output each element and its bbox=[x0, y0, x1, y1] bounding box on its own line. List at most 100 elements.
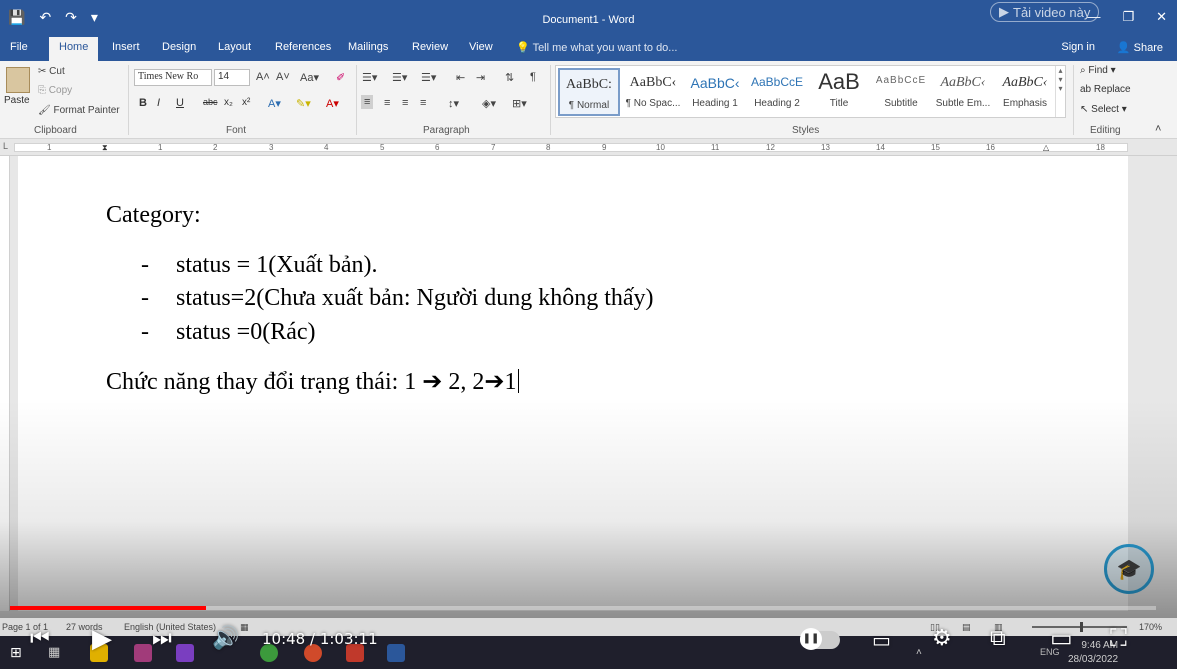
bold-button[interactable]: B bbox=[139, 97, 147, 109]
find-button[interactable]: ⌕ Find ▾ bbox=[1080, 65, 1116, 76]
format-painter-button[interactable]: 🖌 Format Painter bbox=[38, 105, 120, 116]
shrink-font-icon[interactable]: A˅ bbox=[276, 71, 290, 83]
fullscreen-icon[interactable]: ⛶ bbox=[1110, 624, 1127, 652]
align-left-icon[interactable]: ≡ bbox=[361, 95, 374, 109]
increase-indent-icon[interactable]: ⇥ bbox=[476, 71, 485, 84]
minimize-icon[interactable]: — bbox=[1087, 9, 1100, 25]
justify-icon[interactable]: ≡ bbox=[420, 97, 426, 109]
macro-icon[interactable]: ▦ bbox=[240, 622, 249, 633]
strikethrough-button[interactable]: abc bbox=[203, 97, 218, 107]
style-emphasis[interactable]: AaBbC‹ Emphasis bbox=[994, 68, 1056, 116]
ruler-number: 1 bbox=[47, 143, 52, 152]
document-page[interactable]: Category: - status = 1(Xuất bản). - status… bbox=[18, 156, 1154, 611]
bullets-icon[interactable]: ☰▾ bbox=[362, 71, 377, 84]
style-normal[interactable]: AaBbC: ¶ Normal bbox=[558, 68, 620, 116]
cut-button[interactable]: ✂ Cut bbox=[38, 66, 65, 77]
video-progress-bar[interactable] bbox=[10, 606, 1156, 610]
font-color-icon[interactable]: A▾ bbox=[326, 97, 339, 110]
paste-button[interactable]: Paste bbox=[4, 95, 30, 106]
styles-scroll[interactable]: ▴ ▾ ▾ bbox=[1055, 66, 1065, 117]
close-icon[interactable]: ✕ bbox=[1156, 9, 1167, 25]
windows-start-icon[interactable]: ⊞ bbox=[10, 644, 22, 661]
ruler-number: 1 bbox=[158, 143, 163, 152]
restore-icon[interactable]: ❐ bbox=[1122, 9, 1134, 25]
share-button[interactable]: 👤 Share bbox=[1117, 41, 1163, 54]
subtitles-icon[interactable]: ▭ bbox=[872, 628, 891, 652]
tab-file[interactable]: File bbox=[10, 41, 28, 53]
settings-gear-icon[interactable]: ⚙ bbox=[932, 626, 952, 651]
previous-icon[interactable]: ⏮ bbox=[30, 626, 50, 651]
visual-studio-icon[interactable] bbox=[176, 644, 194, 662]
zoom-slider-thumb[interactable] bbox=[1080, 622, 1083, 632]
tab-mailings[interactable]: Mailings bbox=[348, 41, 388, 53]
style-title[interactable]: AaB Title bbox=[808, 68, 870, 116]
text-effects-icon[interactable]: A▾ bbox=[268, 97, 281, 110]
collapse-ribbon-icon[interactable]: ˄ bbox=[1155, 123, 1161, 135]
style-preview: AaBbC‹ bbox=[629, 75, 677, 90]
tab-selector[interactable]: L bbox=[3, 141, 8, 151]
styles-gallery: AaBbC: ¶ Normal AaBbC‹ ¶ No Spac... AaBb… bbox=[555, 65, 1066, 118]
tab-review[interactable]: Review bbox=[412, 41, 448, 53]
multilevel-list-icon[interactable]: ☰▾ bbox=[421, 71, 436, 84]
highlight-icon[interactable]: ✎▾ bbox=[296, 97, 311, 110]
align-right-icon[interactable]: ≡ bbox=[402, 97, 408, 109]
style-no-spacing[interactable]: AaBbC‹ ¶ No Spac... bbox=[622, 68, 684, 116]
sort-icon[interactable]: ⇅ bbox=[505, 71, 514, 84]
status-change-line: Chức năng thay đổi trạng thái: 1 ➔ 2, 2➔… bbox=[106, 367, 519, 396]
next-icon[interactable]: ⏭ bbox=[152, 626, 172, 651]
tab-insert[interactable]: Insert bbox=[112, 41, 140, 53]
grow-font-icon[interactable]: A˄ bbox=[256, 71, 270, 83]
ruler-number: 13 bbox=[821, 143, 830, 152]
theater-mode-icon[interactable]: ▭ bbox=[1050, 624, 1073, 652]
miniplayer-icon[interactable]: ⧉ bbox=[990, 626, 1006, 651]
divider bbox=[128, 65, 129, 135]
ruler-number: 11 bbox=[711, 143, 720, 152]
graduation-cap-icon: 🎓 bbox=[1116, 557, 1142, 581]
show-formatting-icon[interactable]: ¶ bbox=[530, 71, 536, 83]
numbering-icon[interactable]: ☰▾ bbox=[392, 71, 407, 84]
style-heading-2[interactable]: AaBbCcE Heading 2 bbox=[746, 68, 808, 116]
superscript-button[interactable]: x² bbox=[242, 97, 250, 108]
borders-icon[interactable]: ⊞▾ bbox=[512, 97, 527, 110]
line-spacing-icon[interactable]: ↕▾ bbox=[448, 97, 459, 110]
font-family-select[interactable]: Times New Ro bbox=[134, 69, 212, 86]
font-size-select[interactable]: 14 bbox=[214, 69, 250, 86]
clear-formatting-icon[interactable]: ✐ bbox=[336, 71, 345, 84]
sign-in-link[interactable]: Sign in bbox=[1061, 41, 1095, 53]
tray-chevron-icon[interactable]: ˄ bbox=[916, 647, 922, 658]
tab-references[interactable]: References bbox=[275, 41, 331, 53]
indent-marker[interactable]: ⧗ bbox=[102, 143, 108, 153]
decrease-indent-icon[interactable]: ⇤ bbox=[456, 71, 465, 84]
zoom-level[interactable]: 170% bbox=[1139, 622, 1162, 632]
tab-layout[interactable]: Layout bbox=[218, 41, 251, 53]
play-button-icon[interactable]: ▶ bbox=[92, 624, 112, 654]
align-center-icon[interactable]: ≡ bbox=[384, 97, 390, 109]
shading-icon[interactable]: ◈▾ bbox=[482, 97, 496, 110]
subscript-button[interactable]: x₂ bbox=[224, 97, 233, 108]
replace-button[interactable]: ab Replace bbox=[1080, 84, 1131, 95]
style-preview: AaBbC‹ bbox=[940, 75, 986, 90]
style-subtitle[interactable]: AaBbCcE Subtitle bbox=[870, 68, 932, 116]
italic-button[interactable]: I bbox=[157, 97, 160, 109]
app-icon[interactable] bbox=[134, 644, 152, 662]
tell-me-search[interactable]: 💡 Tell me what you want to do... bbox=[516, 41, 677, 54]
select-button[interactable]: ↖ Select ▾ bbox=[1080, 104, 1127, 115]
change-case-icon[interactable]: Aa▾ bbox=[300, 71, 319, 84]
volume-icon[interactable]: 🔊 bbox=[212, 626, 239, 651]
tab-home[interactable]: Home bbox=[49, 37, 99, 61]
ruler-number: 14 bbox=[876, 143, 885, 152]
style-subtle-emphasis[interactable]: AaBbC‹ Subtle Em... bbox=[932, 68, 994, 116]
tab-design[interactable]: Design bbox=[162, 41, 196, 53]
underline-button[interactable]: U bbox=[176, 97, 184, 109]
tab-view[interactable]: View bbox=[469, 41, 493, 53]
download-video-button[interactable]: ▶ Tải video này bbox=[990, 2, 1100, 22]
paste-icon[interactable] bbox=[6, 67, 30, 93]
ruler-number: 4 bbox=[324, 143, 329, 152]
style-heading-1[interactable]: AaBbC‹ Heading 1 bbox=[684, 68, 746, 116]
word-taskbar-icon[interactable] bbox=[387, 644, 405, 662]
clipboard-group-label: Clipboard bbox=[34, 125, 77, 136]
print-layout-icon[interactable]: ▤ bbox=[962, 622, 971, 633]
video-time: 10:48 / 1:03:11 bbox=[262, 630, 378, 648]
copy-button[interactable]: ⎘ Copy bbox=[38, 85, 72, 96]
right-indent-marker[interactable]: △ bbox=[1043, 143, 1049, 152]
